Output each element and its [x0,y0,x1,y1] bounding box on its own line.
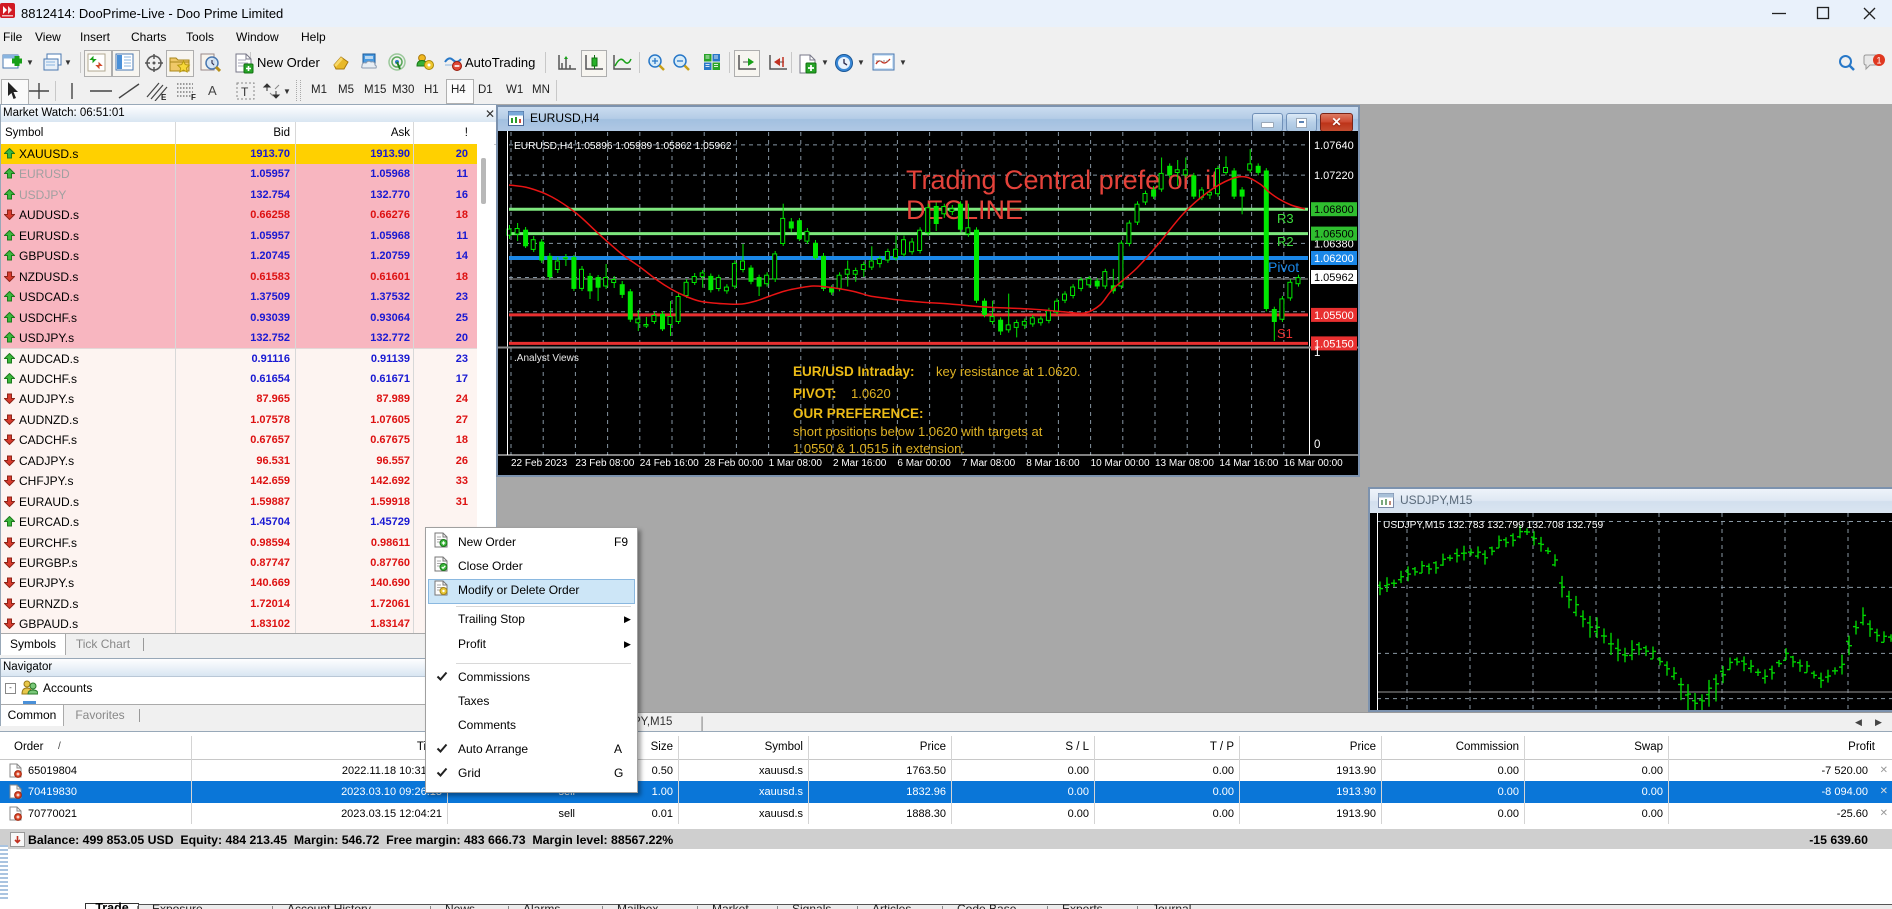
svg-text:1.06200: 1.06200 [1314,253,1354,265]
svg-text:10 Mar 00:00: 10 Mar 00:00 [1091,458,1150,469]
svg-text:2 Mar 16:00: 2 Mar 16:00 [833,458,887,469]
svg-text:6 Mar 00:00: 6 Mar 00:00 [897,458,951,469]
svg-text:R3: R3 [1277,211,1294,226]
svg-text:F: F [191,93,196,101]
svg-text:1.07220: 1.07220 [1314,170,1354,182]
svg-text:14 Mar 16:00: 14 Mar 16:00 [1219,458,1278,469]
svg-text:E: E [161,93,167,101]
svg-text:EUR/USD Intraday:: EUR/USD Intraday: [793,364,915,379]
svg-text:key resistance at 1.0620.: key resistance at 1.0620. [936,364,1081,379]
svg-text:23 Feb 08:00: 23 Feb 08:00 [575,458,634,469]
svg-text:1: 1 [1876,56,1881,66]
svg-text:1 Mar 08:00: 1 Mar 08:00 [769,458,823,469]
svg-text:0: 0 [1314,439,1320,451]
svg-text:7 Mar 08:00: 7 Mar 08:00 [962,458,1016,469]
svg-text:1.0620: 1.0620 [851,386,891,401]
svg-text:DECLINE: DECLINE [906,195,1023,225]
svg-text:13 Mar 08:00: 13 Mar 08:00 [1155,458,1214,469]
svg-text:1.06500: 1.06500 [1314,229,1354,241]
svg-text:S1: S1 [1277,326,1293,341]
svg-text:1.05962: 1.05962 [1314,272,1354,284]
svg-text:1.06800: 1.06800 [1314,204,1354,216]
svg-text:28 Feb 00:00: 28 Feb 00:00 [704,458,763,469]
svg-text:.Analyst Views: .Analyst Views [514,353,579,364]
svg-text:24 Feb 16:00: 24 Feb 16:00 [640,458,699,469]
svg-text:T: T [241,85,249,99]
svg-text:22 Feb 2023: 22 Feb 2023 [511,458,568,469]
svg-text:short positions below 1.0620 w: short positions below 1.0620 with target… [793,424,1043,439]
svg-text:EURUSD,H4 1.05896 1.05989 1.0: EURUSD,H4 1.05896 1.05989 1.05862 1.0596… [514,141,732,152]
svg-text:OUR PREFERENCE:: OUR PREFERENCE: [793,406,924,421]
svg-text:8 Mar 16:00: 8 Mar 16:00 [1026,458,1080,469]
svg-text:1: 1 [1314,347,1320,359]
svg-text:Pivot: Pivot [1268,259,1299,275]
svg-text:PIVOT:: PIVOT: [793,386,837,401]
svg-text:R2: R2 [1277,234,1294,249]
svg-text:USDJPY,M15 132.783 132.799 13: USDJPY,M15 132.783 132.799 132.708 132.7… [1383,520,1603,531]
svg-text:16 Mar 00:00: 16 Mar 00:00 [1284,458,1343,469]
svg-text:1.0550 & 1.0515 in extension.: 1.0550 & 1.0515 in extension. [793,441,965,456]
svg-text:1.05500: 1.05500 [1314,310,1354,322]
svg-text:1.07640: 1.07640 [1314,140,1354,152]
